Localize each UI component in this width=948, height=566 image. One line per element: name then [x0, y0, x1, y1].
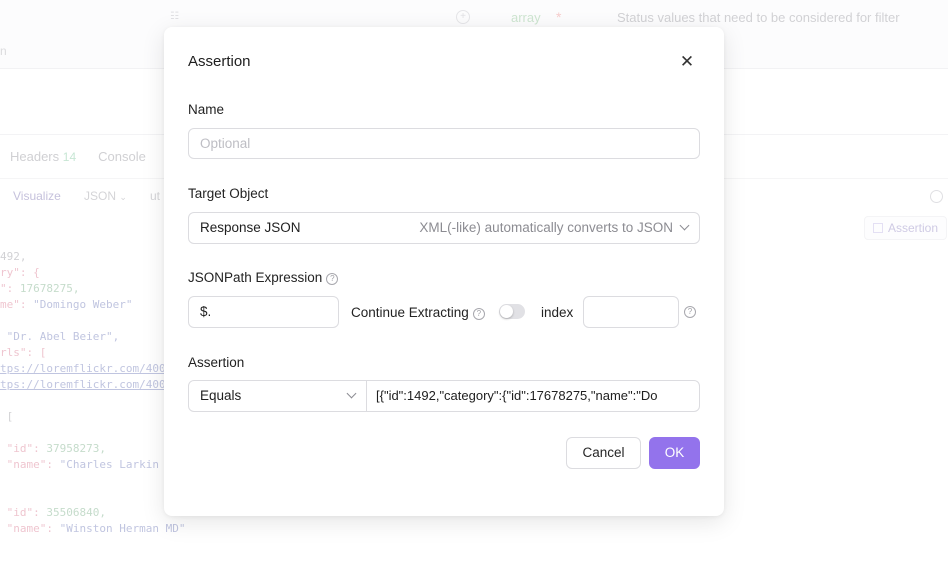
help-icon[interactable]: ?: [326, 273, 339, 285]
target-object-hint: XML(-like) automatically converts to JSO…: [419, 220, 673, 235]
target-object-value: Response JSON: [200, 220, 301, 235]
assertion-value: [{"id":1492,"category":{"id":17678275,"n…: [376, 388, 658, 403]
dialog-title: Assertion: [188, 53, 251, 70]
jsonpath-label-text: JSONPath Expression: [188, 270, 323, 285]
assertion-label: Assertion: [188, 355, 245, 370]
chevron-down-icon: [346, 388, 357, 398]
name-input[interactable]: Optional: [188, 128, 700, 159]
name-placeholder: Optional: [200, 136, 251, 151]
target-object-label: Target Object: [188, 186, 269, 201]
name-label: Name: [188, 102, 225, 117]
assertion-dialog: Assertion ✕ Name Optional Target Object …: [164, 27, 724, 516]
jsonpath-input[interactable]: $.: [188, 296, 339, 328]
help-icon[interactable]: ?: [472, 308, 485, 320]
continue-extracting-toggle[interactable]: [499, 304, 525, 319]
index-label: index: [541, 305, 574, 320]
assertion-operator-select[interactable]: Equals: [188, 380, 367, 412]
continue-extracting-text: Continue Extracting: [351, 305, 469, 320]
jsonpath-label: JSONPath Expression?: [188, 270, 339, 285]
index-input[interactable]: [583, 296, 679, 328]
toggle-knob: [500, 305, 513, 318]
cancel-button[interactable]: Cancel: [566, 437, 641, 469]
continue-extracting-label: Continue Extracting?: [351, 305, 485, 320]
target-object-select[interactable]: Response JSON XML(-like) automatically c…: [188, 212, 700, 244]
assertion-operator-value: Equals: [200, 388, 242, 403]
chevron-down-icon: [679, 220, 690, 230]
close-icon[interactable]: ✕: [678, 53, 696, 71]
assertion-value-input[interactable]: [{"id":1492,"category":{"id":17678275,"n…: [366, 380, 700, 412]
ok-button[interactable]: OK: [649, 437, 700, 469]
help-icon[interactable]: ?: [684, 306, 696, 318]
jsonpath-value: $.: [200, 304, 212, 319]
